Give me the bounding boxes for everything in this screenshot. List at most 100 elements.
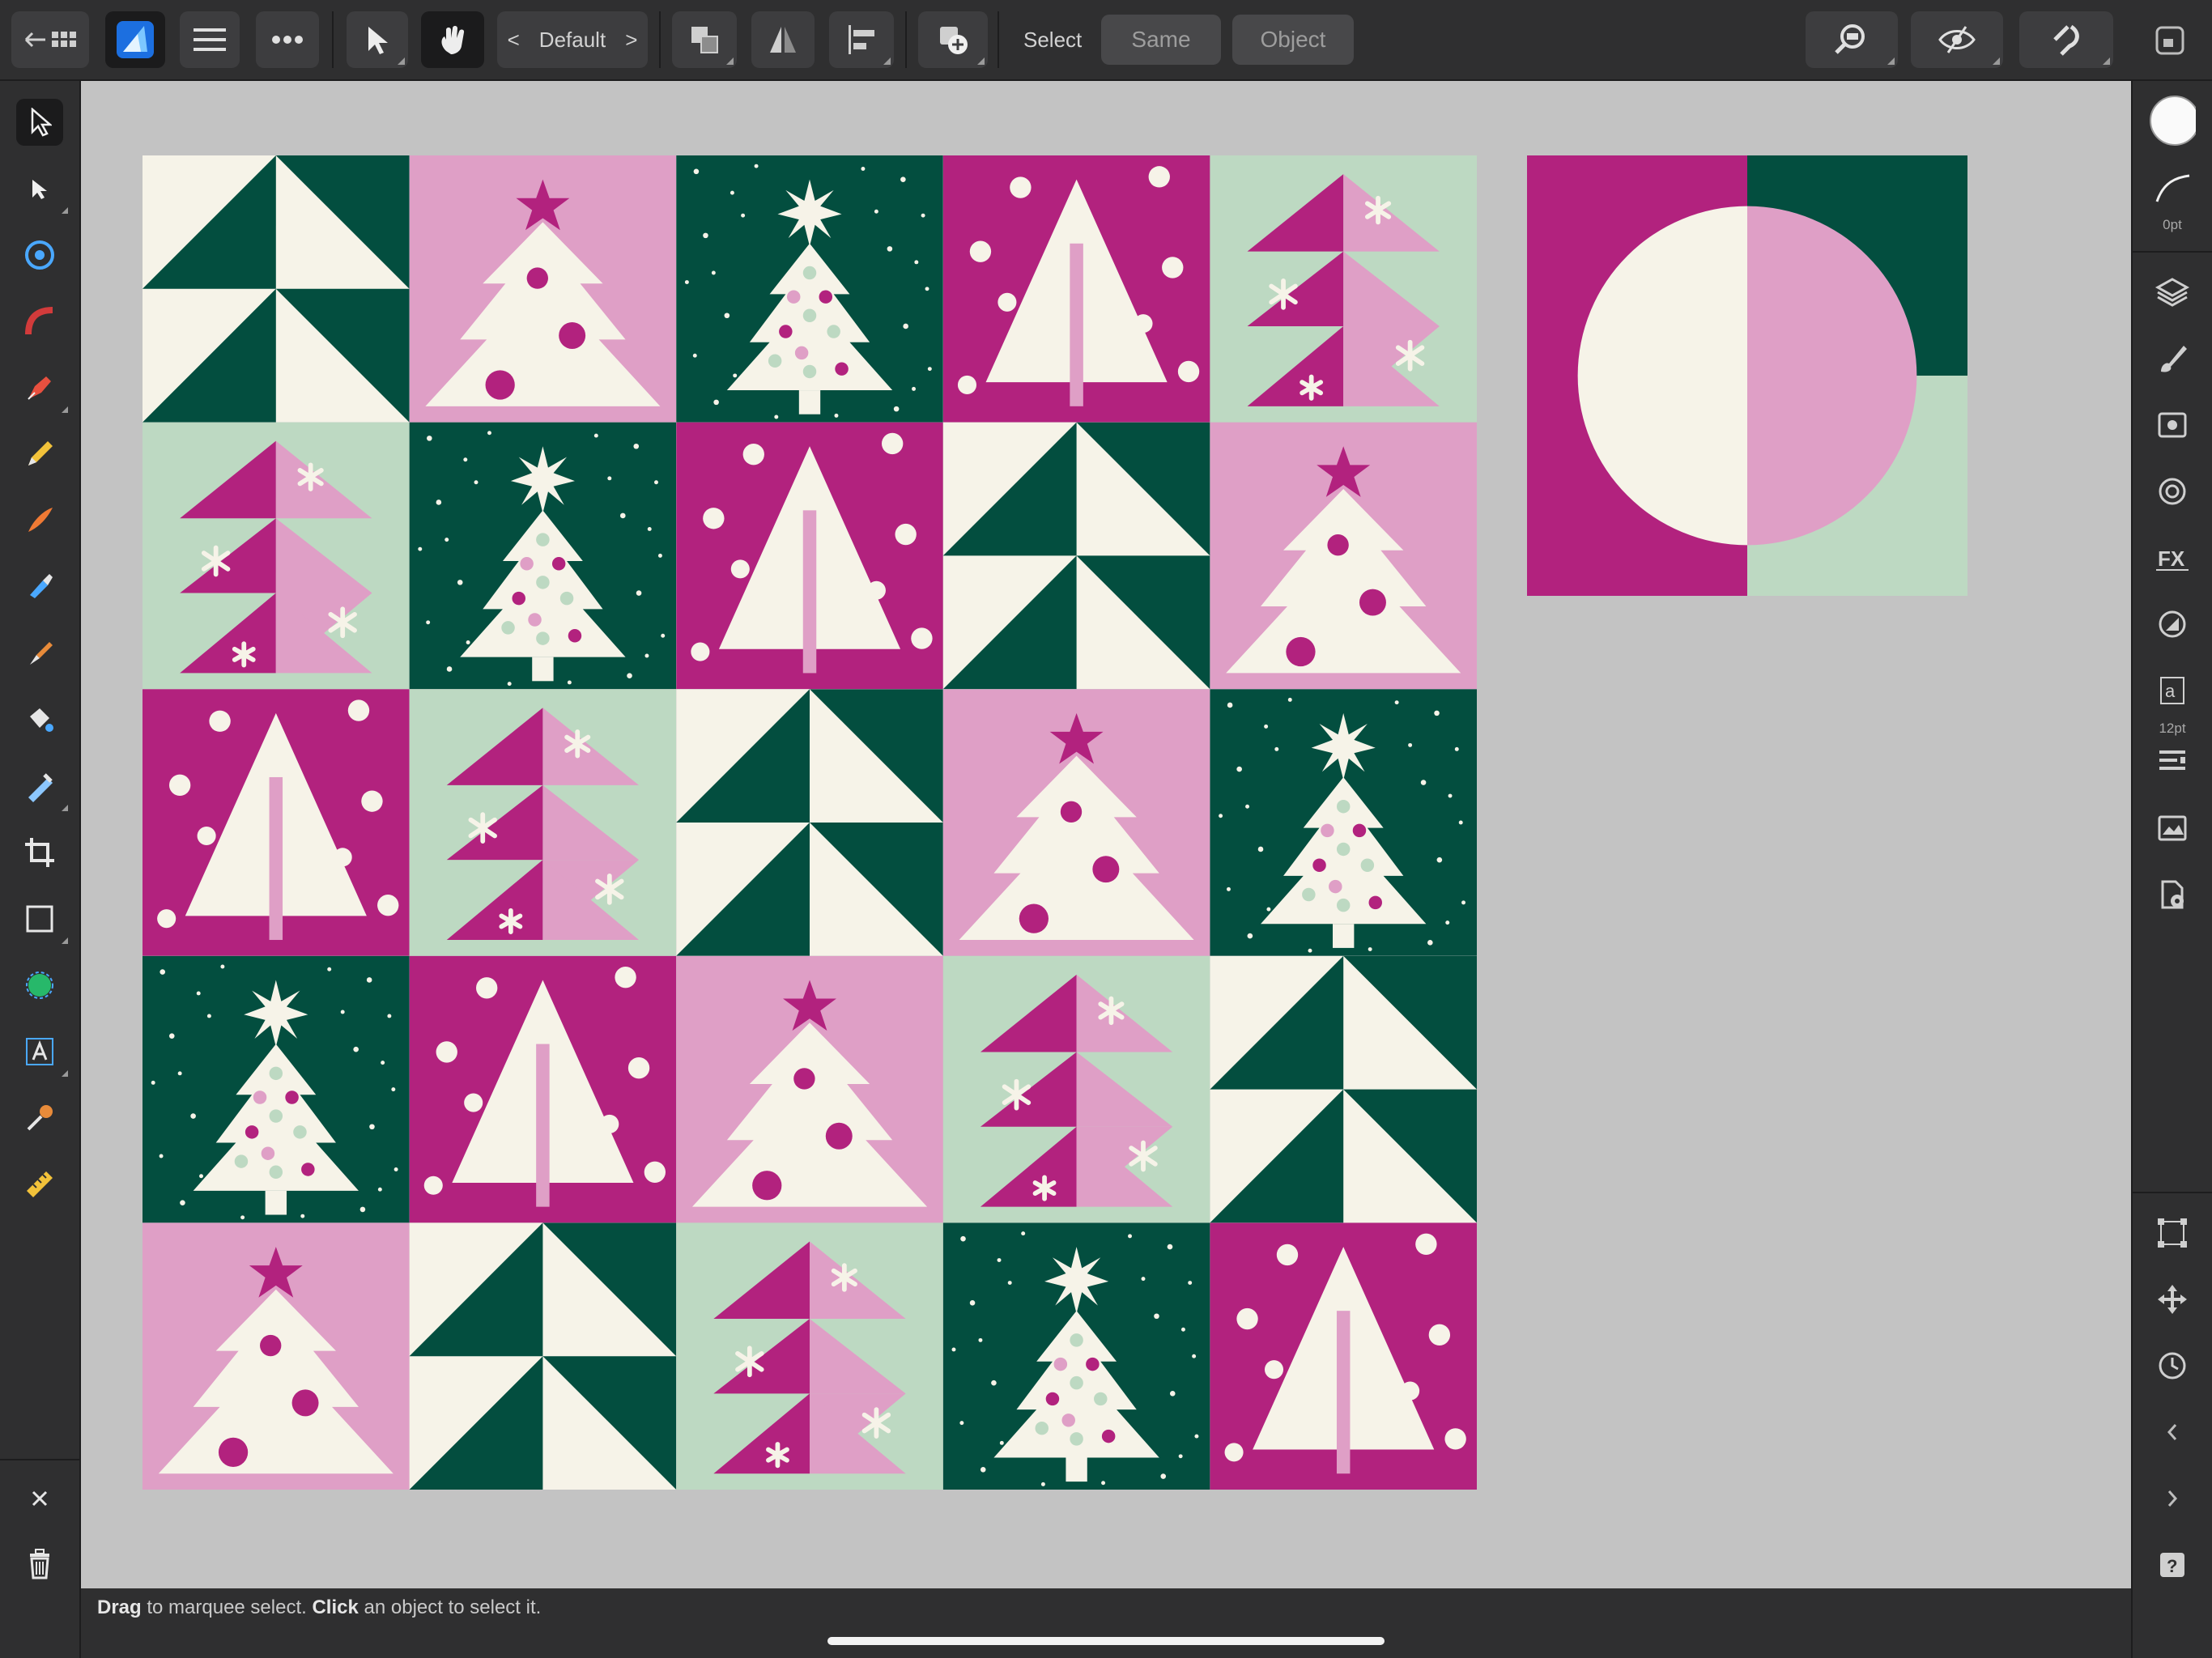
move-tool[interactable]: [16, 99, 63, 146]
fill-color-well[interactable]: [2149, 96, 2196, 146]
help-button[interactable]: ?: [2149, 1541, 2196, 1588]
svg-text:?: ?: [2167, 1556, 2177, 1576]
status-click-rest: an object to select it.: [358, 1596, 542, 1618]
effects-studio-button[interactable]: FX: [2149, 534, 2196, 581]
contour-tool[interactable]: [16, 298, 63, 345]
magenta-tree-tile[interactable]: [409, 955, 677, 1223]
triangles-tile[interactable]: [1210, 955, 1477, 1223]
gesture-mode-button[interactable]: [421, 11, 484, 68]
measure-tool[interactable]: [16, 1161, 63, 1208]
magenta-tree-tile[interactable]: [1210, 1222, 1477, 1490]
pink-tree-tile[interactable]: [942, 689, 1210, 956]
christmas-tree-quilt-artwork[interactable]: [143, 155, 1477, 1490]
history-clock-icon: [2159, 1352, 2186, 1380]
more-button[interactable]: [256, 11, 319, 68]
snow-tree-tile[interactable]: [143, 955, 410, 1223]
magnifier-snapping-icon: [1835, 24, 1865, 54]
toolbar-divider: [659, 11, 661, 68]
place-image-tool[interactable]: [16, 962, 63, 1009]
brush-tool[interactable]: [16, 630, 63, 677]
select-same-button[interactable]: Same: [1101, 15, 1221, 65]
boolean-operations-button[interactable]: [918, 11, 988, 68]
toolbar-divider: [905, 11, 907, 68]
full-screen-button[interactable]: [2154, 24, 2186, 57]
status-drag-word: Drag: [97, 1596, 142, 1618]
mint-tree-tile[interactable]: [943, 956, 1210, 1223]
gradient-circle-icon: [2159, 610, 2186, 638]
brushes-studio-button[interactable]: [2149, 335, 2196, 382]
collapse-left-button[interactable]: [2149, 1409, 2196, 1456]
snow-tree-tile[interactable]: [409, 422, 677, 690]
preset-selector[interactable]: < Default >: [497, 11, 648, 68]
triangles-tile[interactable]: [143, 155, 410, 423]
snow-tree-tile[interactable]: [676, 155, 943, 423]
context-status-bar: Drag to marquee select. Click an object …: [81, 1588, 2131, 1658]
chevron-right-icon[interactable]: >: [625, 28, 637, 53]
pencil-tool[interactable]: [16, 431, 63, 478]
chevron-left-icon[interactable]: <: [508, 28, 520, 53]
arrow-cursor-icon: [368, 27, 388, 54]
color-swatch-artwork[interactable]: [1527, 155, 1967, 596]
pink-tree-tile[interactable]: [143, 1222, 410, 1490]
delete-button[interactable]: [16, 1540, 63, 1587]
mint-tree-tile[interactable]: [143, 423, 410, 690]
home-indicator[interactable]: [827, 1637, 1385, 1645]
triangles-tile[interactable]: [409, 1222, 677, 1490]
back-to-documents-button[interactable]: [11, 11, 89, 68]
fill-tool[interactable]: [16, 563, 63, 610]
collapse-right-button[interactable]: [2149, 1475, 2196, 1522]
color-studio-button[interactable]: [2149, 468, 2196, 515]
snow-tree-tile[interactable]: [942, 1222, 1210, 1490]
magenta-tree-tile[interactable]: [676, 422, 943, 690]
text-styles-studio-button[interactable]: a: [2149, 667, 2196, 714]
layers-studio-button[interactable]: [2149, 269, 2196, 316]
corner-tool[interactable]: [16, 232, 63, 278]
history-studio-button[interactable]: [2149, 1342, 2196, 1389]
transparency-tool[interactable]: [16, 763, 68, 811]
magenta-tree-tile[interactable]: [143, 689, 410, 956]
crop-tool[interactable]: [16, 829, 63, 876]
help-icon: ?: [2160, 1553, 2184, 1577]
menu-button[interactable]: [180, 11, 240, 68]
arrange-button[interactable]: [672, 11, 737, 68]
panel-divider: [2133, 1192, 2212, 1193]
mint-tree-tile[interactable]: [410, 689, 677, 956]
move-tool-mode-button[interactable]: [347, 11, 408, 68]
assets-studio-button[interactable]: [2149, 805, 2196, 852]
node-arrow-icon: [32, 180, 47, 199]
snapping-button[interactable]: [1806, 11, 1898, 68]
node-tool[interactable]: [16, 165, 68, 214]
triangles-tile[interactable]: [942, 422, 1210, 690]
assistant-button[interactable]: [2019, 11, 2113, 68]
transparency-studio-button[interactable]: [2149, 601, 2196, 648]
appearance-studio-button[interactable]: [2149, 402, 2196, 449]
triangles-tile[interactable]: [676, 689, 943, 956]
pink-tree-tile[interactable]: [676, 955, 943, 1223]
navigator-studio-button[interactable]: [2149, 1276, 2196, 1323]
flip-button[interactable]: [751, 11, 815, 68]
rectangle-tool[interactable]: [16, 895, 68, 944]
text-tool[interactable]: [16, 1028, 68, 1077]
pen-tool[interactable]: [16, 364, 68, 413]
pink-tree-tile[interactable]: [409, 155, 677, 423]
align-button[interactable]: [829, 11, 894, 68]
contour-tool-icon: [25, 307, 53, 335]
view-quality-button[interactable]: [1911, 11, 2003, 68]
snow-tree-tile[interactable]: [1210, 689, 1477, 956]
select-object-button[interactable]: Object: [1232, 15, 1354, 65]
ruler-icon: [27, 1171, 53, 1197]
mint-tree-tile[interactable]: [1210, 155, 1477, 423]
magenta-tree-tile[interactable]: [942, 155, 1210, 423]
color-picker-tool[interactable]: [16, 1095, 63, 1141]
fill-bucket-tool[interactable]: [16, 696, 63, 743]
designer-persona-button[interactable]: [105, 11, 165, 68]
transform-studio-button[interactable]: [2149, 1209, 2196, 1256]
mint-tree-tile[interactable]: [676, 1222, 943, 1490]
align-left-icon: [849, 25, 874, 54]
close-button[interactable]: [16, 1475, 63, 1522]
stroke-width-well[interactable]: [2149, 165, 2196, 212]
paragraph-studio-button[interactable]: [2149, 738, 2196, 785]
pink-tree-tile[interactable]: [1210, 422, 1477, 690]
vector-brush-tool[interactable]: [16, 497, 63, 544]
document-settings-button[interactable]: [2149, 871, 2196, 918]
